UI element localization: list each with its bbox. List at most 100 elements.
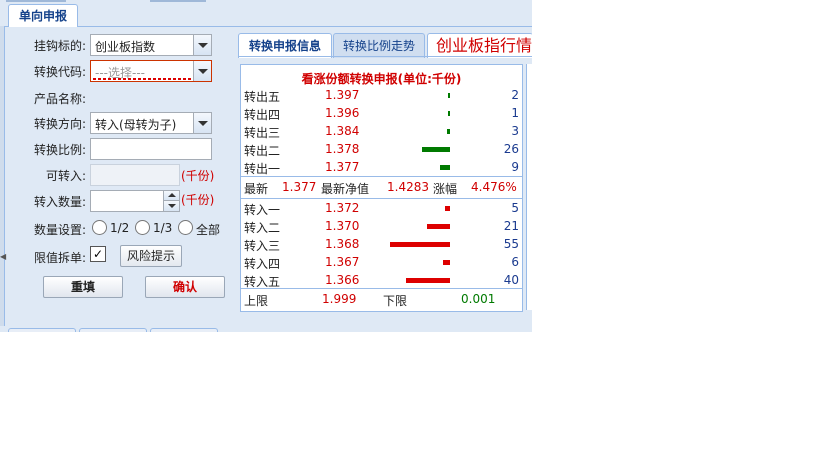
limit-split-label: 限值拆单: (33, 251, 86, 265)
decrement-icon[interactable] (163, 201, 179, 211)
code-label: 转换代码: (33, 65, 86, 79)
tab-underline (238, 56, 532, 57)
sell-level-row[interactable]: 转出五 1.397 2 (241, 86, 522, 104)
app-window: 单向申报 ◀ 挂钩标的: 创业板指数 转换代码: ---选择--- 产品名称: … (0, 0, 532, 332)
product-name-row: 产品名称: (0, 87, 232, 109)
chevron-down-icon[interactable] (193, 61, 211, 81)
code-row: 转换代码: ---选择--- (0, 60, 232, 82)
buy-level-price: 1.367 (325, 255, 360, 269)
product-name-label: 产品名称: (33, 92, 86, 106)
bottom-tab[interactable] (79, 328, 147, 332)
tab-declare-info[interactable]: 转换申报信息 (238, 33, 332, 58)
buy-volume-bar (427, 224, 450, 229)
quantity-label: 转入数量: (33, 195, 86, 209)
sell-level-name: 转出二 (244, 144, 281, 158)
radio-third[interactable] (135, 220, 150, 235)
chevron-down-icon[interactable] (193, 35, 211, 55)
sell-level-price: 1.384 (325, 124, 360, 138)
target-label: 挂钩标的: (33, 39, 86, 53)
available-input (90, 164, 180, 186)
confirm-button[interactable]: 确认 (145, 276, 225, 298)
radio-half-label: 1/2 (110, 221, 130, 235)
buy-level-qty: 55 (503, 237, 519, 251)
sell-level-row[interactable]: 转出二 1.378 26 (241, 140, 522, 158)
buy-level-price: 1.366 (325, 273, 360, 287)
bottom-tab[interactable] (150, 328, 218, 332)
order-book-panel: 看涨份额转换申报(单位:千份) 转出五 1.397 2 转出四 1.396 1 转出三 1.3… (240, 64, 523, 312)
radio-all[interactable] (178, 220, 193, 235)
sell-level-price: 1.377 (325, 160, 360, 174)
direction-select[interactable]: 转入(母转为子) (90, 112, 212, 134)
limit-split-row: 限值拆单: ✓ 风险提示 (0, 245, 232, 268)
top-divider (6, 0, 66, 2)
buy-level-name: 转入三 (244, 239, 281, 253)
sell-level-qty: 1 (511, 106, 519, 120)
buy-volume-bar (390, 242, 450, 247)
limit-split-checkbox[interactable]: ✓ (90, 246, 106, 262)
quantity-unit: (千份) (181, 193, 215, 207)
buy-level-price: 1.372 (325, 201, 360, 215)
tab-ratio-trend[interactable]: 转换比例走势 (333, 33, 425, 58)
direction-row: 转换方向: 转入(母转为子) (0, 112, 232, 134)
change-value: 4.476% (471, 180, 517, 194)
index-quote-ticker: 创业板指行情 (427, 33, 532, 58)
quantity-setting-label: 数量设置: (33, 223, 86, 237)
ratio-input[interactable] (90, 138, 212, 160)
buy-level-qty: 6 (511, 255, 519, 269)
reset-button[interactable]: 重填 (43, 276, 123, 298)
sell-level-name: 转出三 (244, 126, 281, 140)
buy-level-name: 转入一 (244, 203, 281, 217)
buy-level-price: 1.368 (325, 237, 360, 251)
buy-level-qty: 40 (503, 273, 519, 287)
sell-volume-bar (448, 111, 450, 116)
latest-row: 最新 1.377 最新净值 1.4283 涨幅 4.476% (241, 176, 522, 198)
buy-level-row[interactable]: 转入一 1.372 5 (241, 199, 522, 217)
sell-level-price: 1.396 (325, 106, 360, 120)
direction-label: 转换方向: (33, 117, 86, 131)
buy-level-row[interactable]: 转入二 1.370 21 (241, 217, 522, 235)
buy-level-name: 转入二 (244, 221, 281, 235)
ratio-row: 转换比例: (0, 138, 232, 160)
lower-limit-value: 0.001 (461, 292, 496, 306)
top-divider (150, 0, 206, 2)
nav-value: 1.4283 (387, 180, 429, 194)
radio-half[interactable] (92, 220, 107, 235)
action-row: 重填 确认 (0, 276, 232, 298)
latest-label: 最新 (244, 182, 269, 196)
buy-volume-bar (445, 206, 450, 211)
target-select-value: 创业板指数 (95, 40, 156, 54)
order-book-title: 看涨份额转换申报(单位:千份) (301, 72, 462, 86)
quantity-stepper[interactable] (90, 190, 180, 212)
sell-level-name: 转出四 (244, 108, 281, 122)
conversion-code-select[interactable]: ---选择--- (90, 60, 212, 82)
buy-level-qty: 5 (511, 201, 519, 215)
change-label: 涨幅 (433, 182, 458, 196)
tab-single-direction-declare[interactable]: 单向申报 (8, 4, 78, 27)
direction-select-value: 转入(母转为子) (95, 118, 177, 132)
invalid-underline (93, 78, 192, 80)
declare-form: 挂钩标的: 创业板指数 转换代码: ---选择--- 产品名称: 转换方向: 转… (0, 26, 232, 306)
sell-level-row[interactable]: 转出三 1.384 3 (241, 122, 522, 140)
sell-volume-bar (422, 147, 450, 152)
tab-strip (0, 0, 532, 27)
sell-level-row[interactable]: 转出一 1.377 9 (241, 158, 522, 176)
buy-level-row[interactable]: 转入四 1.367 6 (241, 253, 522, 271)
available-unit: (千份) (181, 169, 215, 183)
buy-level-row[interactable]: 转入五 1.366 40 (241, 271, 522, 289)
target-select[interactable]: 创业板指数 (90, 34, 212, 56)
increment-icon[interactable] (163, 191, 179, 201)
quantity-setting-row: 数量设置: 1/2 1/3 全部 (0, 218, 232, 240)
available-row: 可转入: (千份) (0, 164, 232, 186)
bottom-tab[interactable] (8, 328, 76, 332)
buy-level-row[interactable]: 转入三 1.368 55 (241, 235, 522, 253)
radio-third-label: 1/3 (153, 221, 173, 235)
nav-label: 最新净值 (321, 182, 370, 196)
available-label: 可转入: (45, 169, 86, 183)
panel-edge (526, 64, 532, 310)
chevron-down-icon[interactable] (193, 113, 211, 133)
sell-level-row[interactable]: 转出四 1.396 1 (241, 104, 522, 122)
upper-limit-label: 上限 (244, 294, 269, 308)
quantity-row: 转入数量: (千份) (0, 190, 232, 212)
risk-warning-button[interactable]: 风险提示 (120, 245, 182, 267)
upper-limit-value: 1.999 (322, 292, 357, 306)
